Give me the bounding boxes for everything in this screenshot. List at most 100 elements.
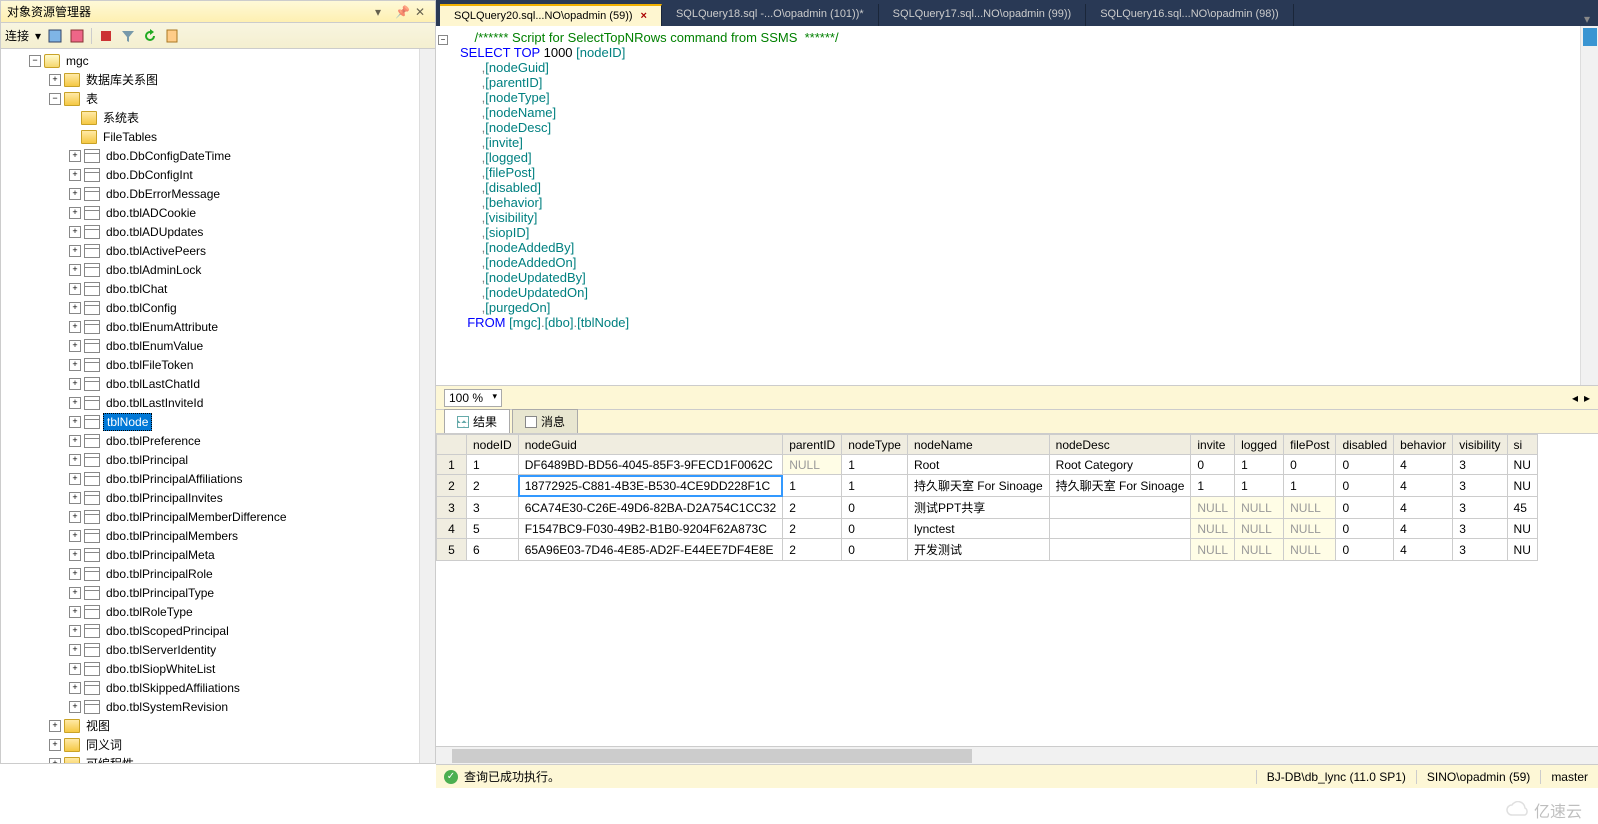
grid-cell[interactable]: 3	[467, 497, 519, 519]
tabs-overflow-icon[interactable]: ▾	[1584, 12, 1590, 26]
grid-cell[interactable]: 0	[1336, 497, 1394, 519]
grid-header[interactable]: nodeID	[467, 435, 519, 455]
grid-cell[interactable]: 5	[467, 519, 519, 539]
results-tab[interactable]: 结果	[444, 409, 510, 433]
table-node[interactable]: +dbo.tblPrincipalMembers	[1, 526, 419, 545]
row-header[interactable]: 5	[437, 539, 467, 561]
grid-cell[interactable]: NU	[1507, 539, 1537, 561]
grid-cell[interactable]: 18772925-C881-4B3E-B530-4CE9DD228F1C	[518, 475, 782, 497]
grid-header[interactable]: invite	[1191, 435, 1235, 455]
expander-icon[interactable]: +	[69, 321, 81, 333]
table-label[interactable]: dbo.tblPrincipalMembers	[103, 528, 241, 544]
table-label[interactable]: dbo.DbConfigDateTime	[103, 148, 234, 164]
tree-scrollbar[interactable]	[419, 49, 435, 763]
grid-header[interactable]: nodeGuid	[518, 435, 782, 455]
table-node[interactable]: +dbo.tblLastInviteId	[1, 393, 419, 412]
dropdown-icon[interactable]: ▾	[375, 5, 389, 19]
table-row[interactable]: 5665A96E03-7D46-4E85-AD2F-E44EE7DF4E8E20…	[437, 539, 1538, 561]
table-node[interactable]: +dbo.tblPrincipalMeta	[1, 545, 419, 564]
grid-cell[interactable]: Root Category	[1049, 455, 1191, 475]
expander-icon[interactable]: +	[69, 606, 81, 618]
expander-icon[interactable]: +	[69, 568, 81, 580]
script-icon[interactable]	[164, 28, 180, 44]
table-node[interactable]: +dbo.tblPrincipalRole	[1, 564, 419, 583]
table-node[interactable]: + dbo.tblActivePeers	[1, 241, 419, 260]
grid-cell[interactable]: NULL	[1191, 539, 1235, 561]
grid-cell[interactable]: 0	[1336, 455, 1394, 475]
table-label[interactable]: dbo.tblADUpdates	[103, 224, 206, 240]
grid-cell[interactable]: 2	[467, 475, 519, 497]
table-node[interactable]: +dbo.tblConfig	[1, 298, 419, 317]
grid-cell[interactable]: 1	[842, 455, 908, 475]
grid-cell[interactable]: 3	[1453, 455, 1507, 475]
object-explorer-tree[interactable]: −mgc +数据库关系图 −表 系统表 FileTables +dbo.DbCo…	[1, 49, 419, 763]
expander-icon[interactable]: +	[49, 74, 61, 86]
document-tab[interactable]: SQLQuery16.sql...NO\opadmin (98))	[1086, 4, 1294, 26]
results-grid[interactable]: nodeIDnodeGuidparentIDnodeTypenodeNameno…	[436, 434, 1598, 746]
table-node[interactable]: +dbo.tblPrincipalMemberDifference	[1, 507, 419, 526]
expander-icon[interactable]: +	[69, 245, 81, 257]
messages-tab[interactable]: 消息	[512, 409, 578, 433]
table-row[interactable]: 45F1547BC9-F030-49B2-B1B0-9204F62A873C20…	[437, 519, 1538, 539]
table-node[interactable]: +dbo.tblSiopWhiteList	[1, 659, 419, 678]
grid-cell[interactable]: 持久聊天室 For Sinoage	[1049, 475, 1191, 497]
grid-cell[interactable]: 3	[1453, 539, 1507, 561]
grid-cell[interactable]: NU	[1507, 455, 1537, 475]
table-label[interactable]: dbo.tblActivePeers	[103, 243, 209, 259]
refresh-icon[interactable]	[142, 28, 158, 44]
db-node[interactable]: mgc	[63, 53, 92, 69]
expander-icon[interactable]: +	[69, 587, 81, 599]
table-node[interactable]: +dbo.tblADCookie	[1, 203, 419, 222]
expander-icon[interactable]: +	[69, 340, 81, 352]
views-folder[interactable]: 视图	[83, 716, 113, 735]
grid-cell[interactable]: NULL	[1235, 539, 1284, 561]
table-label[interactable]: dbo.tblPrincipalMemberDifference	[103, 509, 290, 525]
expander-icon[interactable]: +	[69, 302, 81, 314]
table-label[interactable]: dbo.DbConfigInt	[103, 167, 196, 183]
grid-header[interactable]: disabled	[1336, 435, 1394, 455]
grid-cell[interactable]: 0	[1336, 539, 1394, 561]
grid-cell[interactable]: 持久聊天室 For Sinoage	[907, 475, 1049, 497]
synonyms-folder[interactable]: 同义词	[83, 735, 125, 754]
table-node[interactable]: +dbo.tblADUpdates	[1, 222, 419, 241]
filter-icon[interactable]	[120, 28, 136, 44]
grid-cell[interactable]: 1	[842, 475, 908, 497]
grid-header[interactable]: nodeName	[907, 435, 1049, 455]
table-node[interactable]: +dbo.tblLastChatId	[1, 374, 419, 393]
table-label[interactable]: dbo.tblPrincipalInvites	[103, 490, 226, 506]
grid-cell[interactable]	[1049, 519, 1191, 539]
grid-cell[interactable]: 0	[842, 497, 908, 519]
connect-dropdown-icon[interactable]: ▾	[35, 29, 41, 43]
expander-icon[interactable]: +	[69, 549, 81, 561]
table-node[interactable]: +dbo.tblServerIdentity	[1, 640, 419, 659]
grid-cell[interactable]: 0	[1336, 519, 1394, 539]
grid-cell[interactable]: 0	[1191, 455, 1235, 475]
grid-cell[interactable]: 4	[1394, 539, 1453, 561]
expander-icon[interactable]: +	[69, 644, 81, 656]
grid-header[interactable]: parentID	[783, 435, 842, 455]
row-header[interactable]: 3	[437, 497, 467, 519]
table-label[interactable]: dbo.tblLastInviteId	[103, 395, 206, 411]
row-header[interactable]: 1	[437, 455, 467, 475]
grid-cell[interactable]: 3	[1453, 475, 1507, 497]
grid-cell[interactable]: NULL	[1191, 497, 1235, 519]
grid-cell[interactable]: 6CA74E30-C26E-49D6-82BA-D2A754C1CC32	[518, 497, 782, 519]
grid-cell[interactable]: NULL	[1235, 519, 1284, 539]
zoom-dropdown[interactable]: 100 %	[444, 389, 502, 407]
grid-cell[interactable]: 6	[467, 539, 519, 561]
table-label[interactable]: dbo.DbErrorMessage	[103, 186, 223, 202]
grid-cell[interactable]: NULL	[1284, 539, 1336, 561]
table-row[interactable]: 336CA74E30-C26E-49D6-82BA-D2A754C1CC3220…	[437, 497, 1538, 519]
grid-cell[interactable]: 4	[1394, 519, 1453, 539]
grid-cell[interactable]: 2	[783, 497, 842, 519]
filetables-folder[interactable]: FileTables	[100, 129, 160, 145]
table-label[interactable]: dbo.tblADCookie	[103, 205, 199, 221]
grid-cell[interactable]	[1049, 539, 1191, 561]
document-tab[interactable]: SQLQuery20.sql...NO\opadmin (59))×	[440, 4, 662, 26]
grid-header[interactable]: behavior	[1394, 435, 1453, 455]
tab-close-icon[interactable]: ×	[641, 10, 647, 22]
grid-cell[interactable]: 开发测试	[907, 539, 1049, 561]
expander-icon[interactable]: +	[69, 416, 81, 428]
table-row[interactable]: 11DF6489BD-BD56-4045-85F3-9FECD1F0062CNU…	[437, 455, 1538, 475]
table-node[interactable]: +dbo.tblRoleType	[1, 602, 419, 621]
